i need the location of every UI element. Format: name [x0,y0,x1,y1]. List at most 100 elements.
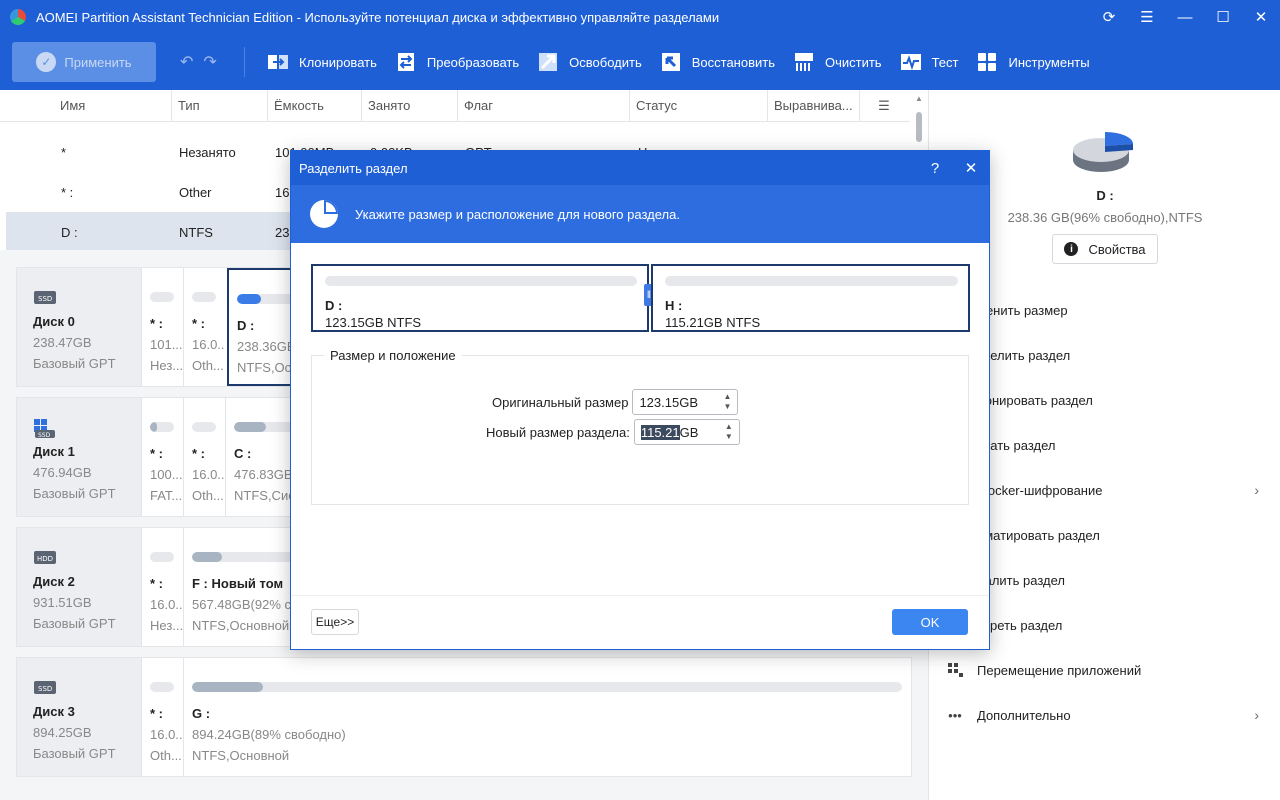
undo-redo[interactable]: ↶↷ [180,52,240,72]
info-icon: i [1064,242,1079,256]
dialog-banner: Укажите размер и расположение для нового… [291,185,989,243]
apply-button[interactable]: ✓ Применить [12,42,156,82]
column-header-flag[interactable]: Флаг [458,89,630,122]
column-settings-icon[interactable]: ☰ [860,90,908,122]
usage-bar [325,276,637,286]
recover-button[interactable]: Восстановить [660,51,775,73]
column-header-type[interactable]: Тип [172,89,268,122]
new-size-row: Новый размер раздела: 115.21 GB ▲ ▼ [486,419,740,445]
dialog-close-icon[interactable]: ✕ [953,159,989,177]
main-toolbar: ✓ Применить ↶↷ Клонировать Преобразовать… [0,34,1280,90]
partition-block[interactable]: * : 16.0... Oth... [183,398,225,516]
test-button[interactable]: Тест [900,51,958,73]
dialog-title-bar: Разделить раздел ? ✕ [291,151,989,185]
op-wipe-partition[interactable]: тереть раздел [947,614,1267,636]
split-partition-dialog: Разделить раздел ? ✕ Укажите размер и ра… [290,150,990,650]
column-header-name[interactable]: Имя [0,89,172,122]
recover-icon [660,51,682,73]
op-app-mover[interactable]: Перемещение приложений [947,659,1267,681]
disk-info[interactable]: SSD Диск 1 476.94GB Базовый GPT [17,398,141,516]
partition-block[interactable]: * : 100... FAT... [141,398,183,516]
convert-icon [395,51,417,73]
column-header-status[interactable]: Статус [630,89,768,122]
ssd-disk-icon: SSD [33,678,57,696]
tools-icon [976,51,998,73]
convert-button[interactable]: Преобразовать [395,51,519,73]
op-split[interactable]: зделить раздел [947,344,1267,366]
redo-icon[interactable]: ↷ [203,54,226,71]
op-resize[interactable]: менить размер [947,299,1267,321]
usage-bar-fill [192,682,263,692]
right-partition-preview[interactable]: H : 115.21GB NTFS [651,264,970,332]
op-bitlocker[interactable]: tLocker-шифрование › [947,479,1267,501]
op-more[interactable]: ••• Дополнительно › [947,704,1267,726]
partition-block[interactable]: * : 101... Нез... [141,268,183,386]
group-label: Размер и положение [324,348,462,363]
usage-bar-fill [237,294,261,304]
undo-icon[interactable]: ↶ [180,54,203,71]
wipe-button[interactable]: Очистить [793,51,882,73]
maximize-icon[interactable]: ☐ [1204,8,1242,26]
op-delete[interactable]: далить раздел [947,569,1267,591]
op-format[interactable]: рматировать раздел [947,524,1267,546]
minimize-icon[interactable]: — [1166,9,1204,26]
ok-button[interactable]: OK [892,609,968,635]
usage-bar [665,276,958,286]
disk-row[interactable]: SSD Диск 3 894.25GB Базовый GPT * : 16.0… [16,657,912,777]
wipe-icon [793,51,815,73]
test-icon [900,51,922,73]
window-title: AOMEI Partition Assistant Technician Edi… [36,9,720,25]
op-create-partition[interactable]: здать раздел [947,434,1267,456]
clone-icon [267,51,289,73]
partition-block[interactable]: * : 16.0... Oth... [141,658,183,776]
column-header-capacity[interactable]: Ёмкость [268,89,362,122]
original-size-label: Оригинальный размер [492,394,629,410]
partition-block[interactable]: * : 16.0... Oth... [183,268,225,386]
usage-bar [192,422,216,432]
refresh-icon[interactable]: ⟳ [1090,8,1128,26]
size-position-group: Размер и положение Оригинальный размер 1… [311,348,969,505]
dialog-instructions: Укажите размер и расположение для нового… [355,206,680,222]
free-up-button[interactable]: Освободить [537,51,642,73]
spin-arrows-icon[interactable]: ▲ ▼ [725,422,733,442]
partition-block[interactable]: G : 894.24GB(89% свободно) NTFS,Основной [183,658,911,776]
svg-text:SSD: SSD [38,685,52,693]
app-mover-icon [947,662,963,678]
spin-arrows-icon[interactable]: ▲ ▼ [724,392,732,412]
column-header-used[interactable]: Занято [362,89,458,122]
help-icon[interactable]: ? [917,160,953,177]
free-up-icon [537,51,559,73]
menu-icon[interactable]: ☰ [1128,8,1166,26]
more-options-button[interactable]: Еще>> [311,609,359,635]
usage-bar [150,422,174,432]
dialog-footer-divider [291,595,989,596]
partition-block[interactable]: * : 16.0... Нез... [141,528,183,646]
tools-button[interactable]: Инструменты [976,51,1090,73]
partition-block[interactable]: F : Новый том 567.48GB(92% с NTFS,Основн… [183,528,307,646]
column-header-alignment[interactable]: Выравнива... [768,89,860,122]
new-size-label: Новый размер раздела: [486,424,630,440]
op-clone-partition[interactable]: лонировать раздел [947,389,1267,411]
disk-usage-pie-icon [1071,124,1135,180]
title-bar: AOMEI Partition Assistant Technician Edi… [0,0,1280,34]
disk-info[interactable]: HDD Диск 2 931.51GB Базовый GPT [17,528,141,646]
left-partition-preview[interactable]: D : 123.15GB NTFS [311,264,649,332]
new-size-input[interactable]: 115.21 GB ▲ ▼ [633,419,740,445]
toolbar-separator [244,47,245,77]
svg-text:HDD: HDD [37,555,53,563]
usage-bar [150,682,174,692]
usage-bar-fill [150,422,158,432]
partition-pie-icon [309,199,339,229]
scrollbar-thumb[interactable] [916,112,922,142]
disk-info[interactable]: SSD Диск 3 894.25GB Базовый GPT [17,658,141,776]
table-header: Имя Тип Ёмкость Занято Флаг Статус Вырав… [0,89,910,122]
properties-button[interactable]: i Свойства [1052,234,1158,264]
close-icon[interactable]: ✕ [1242,8,1280,26]
svg-text:SSD: SSD [38,295,52,303]
disk-info[interactable]: SSD Диск 0 238.47GB Базовый GPT [17,268,141,386]
svg-text:SSD: SSD [38,432,51,438]
original-size-input[interactable]: 123.15GB ▲ ▼ [632,389,739,415]
more-dots-icon: ••• [948,707,962,723]
scroll-up-icon[interactable]: ▲ [915,94,923,103]
clone-button[interactable]: Клонировать [267,51,377,73]
